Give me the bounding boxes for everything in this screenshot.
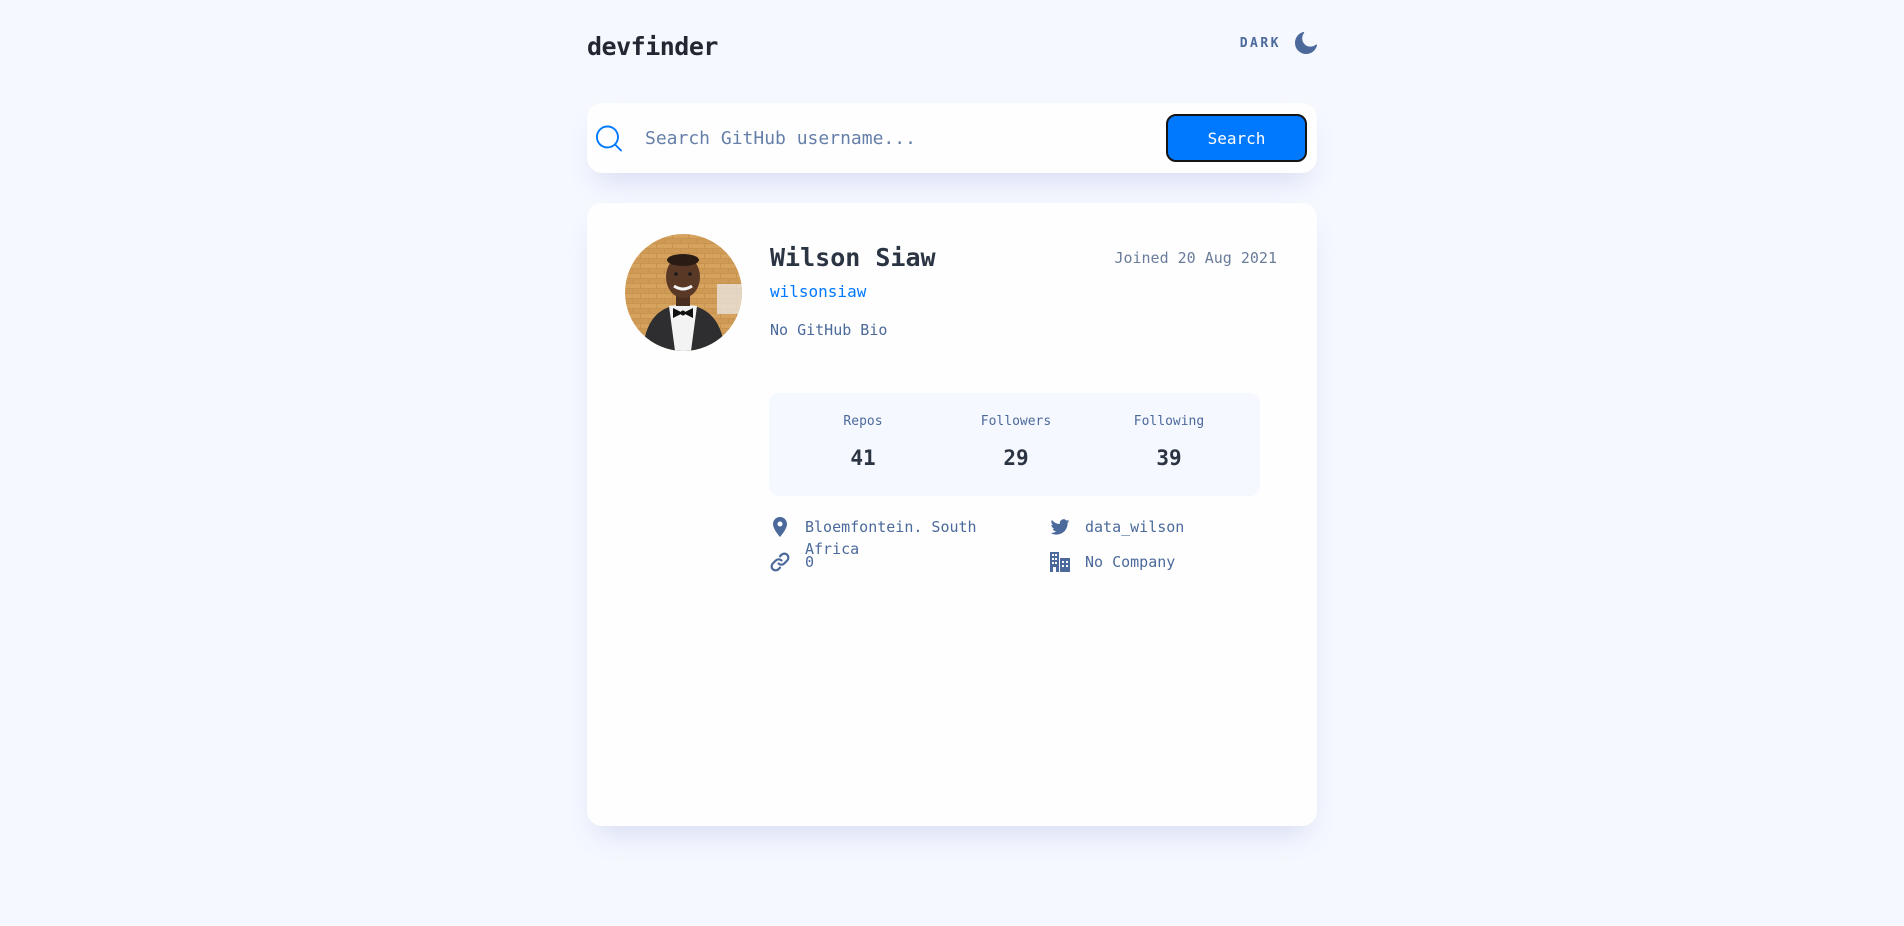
- search-bar: Search: [587, 103, 1317, 173]
- moon-icon[interactable]: [1295, 32, 1317, 54]
- user-login-link[interactable]: wilsonsiaw: [770, 282, 866, 301]
- blog-text[interactable]: 0: [805, 551, 814, 573]
- logo: devfinder: [587, 32, 718, 61]
- company-building-icon: [1049, 551, 1071, 573]
- company-item: No Company: [1049, 551, 1279, 573]
- stat-label: Repos: [843, 414, 883, 429]
- theme-toggle[interactable]: DARK: [1240, 32, 1317, 54]
- user-name: Wilson Siaw: [770, 243, 936, 272]
- company-text: No Company: [1085, 553, 1176, 571]
- twitter-icon: [1049, 516, 1071, 538]
- blog-item[interactable]: 0: [769, 551, 999, 573]
- user-bio: No GitHub Bio: [770, 321, 888, 339]
- stat-label: Following: [1133, 414, 1205, 429]
- avatar: [625, 234, 742, 351]
- search-input[interactable]: [645, 121, 1145, 155]
- header: devfinder DARK: [587, 28, 1317, 68]
- profile-card: Wilson Siaw Joined 20 Aug 2021 wilsonsia…: [587, 203, 1317, 826]
- twitter-item: data_wilson: [1049, 516, 1279, 538]
- theme-toggle-label[interactable]: DARK: [1240, 36, 1281, 51]
- stat-value: 29: [1003, 446, 1029, 470]
- search-button[interactable]: Search: [1166, 114, 1307, 162]
- stats-panel: Repos 41 Followers 29 Following 39: [769, 393, 1260, 496]
- search-icon: [596, 125, 622, 152]
- location-pin-icon: [769, 516, 791, 538]
- join-date: Joined 20 Aug 2021: [1114, 249, 1277, 267]
- stat-value: 39: [1156, 446, 1182, 470]
- stat-label: Followers: [980, 414, 1052, 429]
- stat-value: 41: [850, 446, 876, 470]
- twitter-text: data_wilson: [1085, 518, 1185, 536]
- link-icon: [769, 551, 791, 573]
